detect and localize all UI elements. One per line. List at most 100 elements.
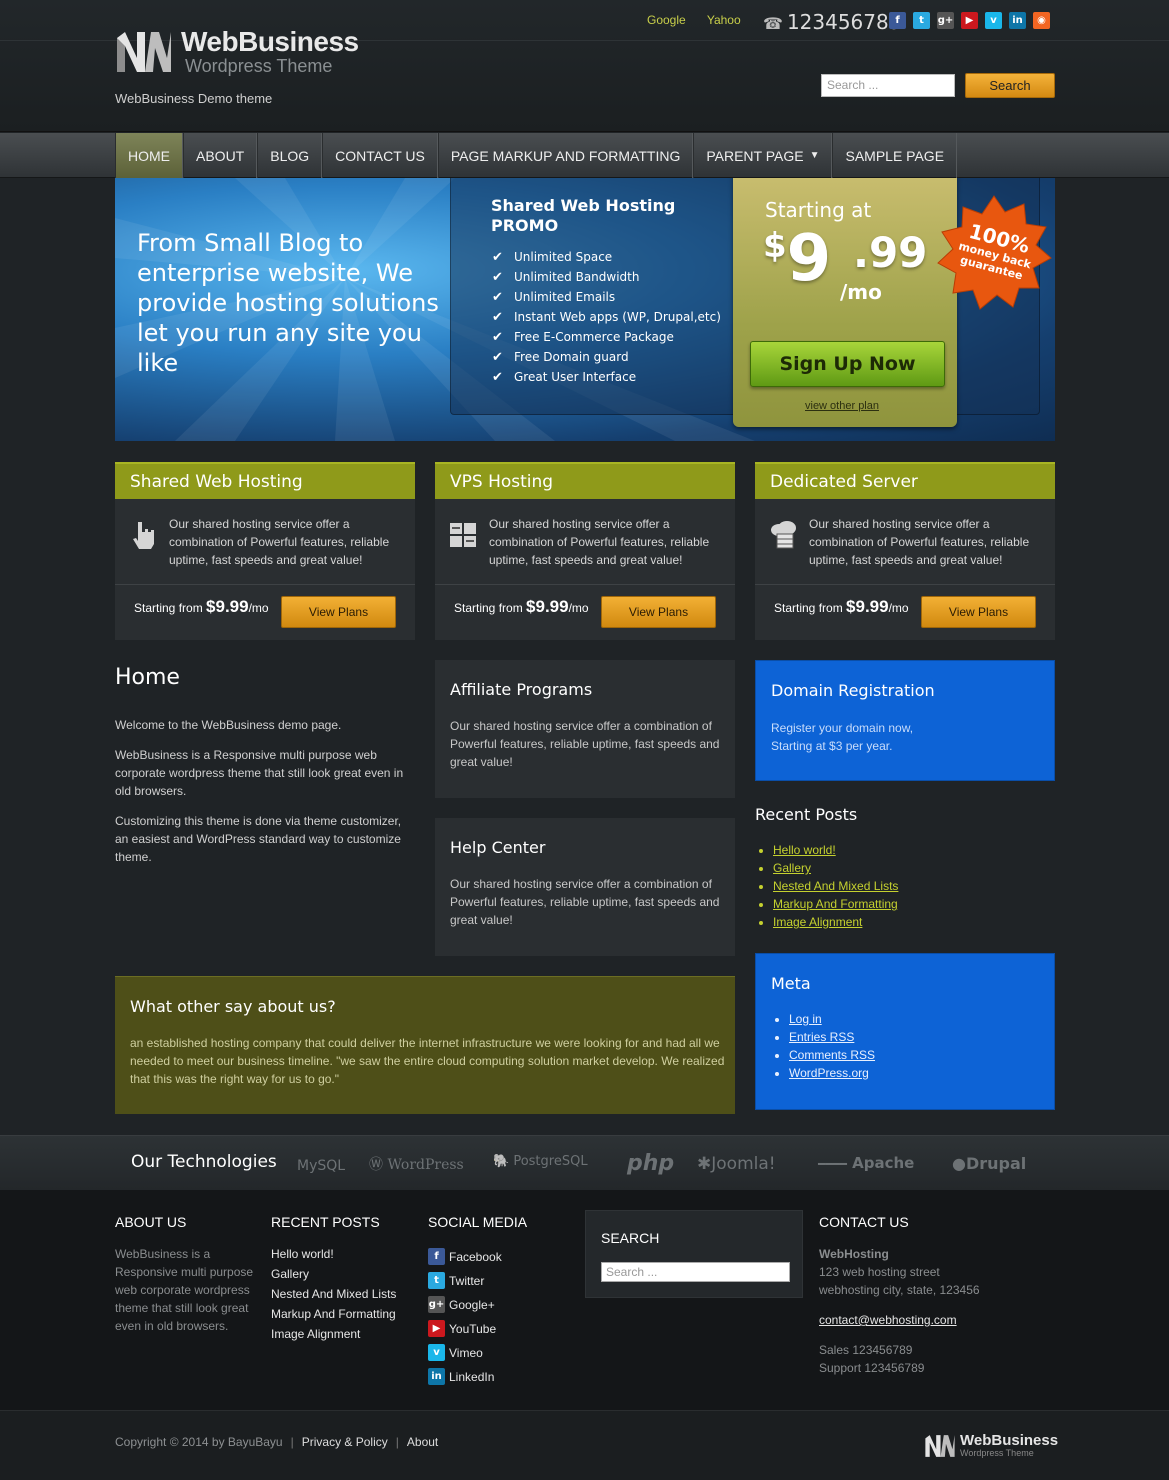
footer-search-input[interactable]: Search ... <box>601 1262 790 1282</box>
testimonial-text: an established hosting company that coul… <box>130 1036 725 1086</box>
footer-contact-block: WebHosting 123 web hosting street webhos… <box>819 1245 980 1377</box>
hero-banner: From Small Blog to enterprise website, W… <box>115 178 1055 441</box>
logo-subtitle: Wordpress Theme <box>185 56 333 76</box>
footer-recent-link[interactable]: Markup And Formatting <box>271 1307 396 1321</box>
footer-recent-link[interactable]: Gallery <box>271 1267 309 1281</box>
recent-post-item-link[interactable]: Markup And Formatting <box>773 897 898 911</box>
logo-mark-icon <box>925 1435 955 1457</box>
footer-recent-link[interactable]: Nested And Mixed Lists <box>271 1287 396 1301</box>
promo-feature-label: Free E-Commerce Package <box>514 330 674 344</box>
view-plans-button[interactable]: View Plans <box>281 596 396 628</box>
promo-feature-item: ✔ Unlimited Emails <box>492 287 721 307</box>
search-input[interactable]: Search ... <box>821 74 955 97</box>
nav-parent-label: PARENT PAGE <box>706 147 804 164</box>
top-link-google[interactable]: Google <box>647 13 686 27</box>
footer-social-link[interactable]: g+ Google+ <box>428 1296 495 1313</box>
footer-social-link[interactable]: f Facebook <box>428 1248 502 1265</box>
plan-card-title: Shared Web Hosting <box>115 462 415 499</box>
nav-item-home[interactable]: HOME <box>115 133 183 178</box>
meta-item-link[interactable]: WordPress.org <box>789 1066 869 1080</box>
meta-item-link[interactable]: Log in <box>789 1012 822 1026</box>
site-header: Google Yahoo ☎ 123456789 f t g+ ▶ v in ◉ WebBus… <box>0 0 1169 132</box>
footer-social-link[interactable]: in LinkedIn <box>428 1368 494 1385</box>
promo-feature-label: Instant Web apps (WP, Drupal,etc) <box>514 310 721 324</box>
checkmark-icon: ✔ <box>492 249 503 265</box>
checkmark-icon: ✔ <box>492 369 503 385</box>
contact-email-link[interactable]: contact@webhosting.com <box>819 1311 980 1329</box>
top-social-icons: f t g+ ▶ v in ◉ <box>889 12 1050 29</box>
about-link[interactable]: About <box>407 1435 438 1449</box>
privacy-policy-link[interactable]: Privacy & Policy <box>302 1435 388 1449</box>
checkmark-icon: ✔ <box>492 309 503 325</box>
logo-mark-icon <box>117 32 171 72</box>
top-link-yahoo[interactable]: Yahoo <box>707 13 741 27</box>
site-tagline: WebBusiness Demo theme <box>115 91 273 106</box>
footer-contact-title: CONTACT US <box>819 1214 909 1230</box>
rss-icon[interactable]: ◉ <box>1033 12 1050 29</box>
checkmark-icon: ✔ <box>492 269 503 285</box>
nav-item-blog[interactable]: BLOG <box>257 133 323 178</box>
nav-item-page-markup[interactable]: PAGE MARKUP AND FORMATTING <box>437 133 694 178</box>
nav-item-about[interactable]: ABOUT <box>183 133 258 178</box>
footer-logo[interactable]: WebBusiness Wordpress Theme <box>924 1433 1058 1459</box>
footer-logo-name: WebBusiness <box>960 1432 1059 1449</box>
cloud-server-icon <box>771 521 796 549</box>
copyright-text: Copyright © 2014 by BayuBayu <box>115 1435 283 1449</box>
recent-post-item-link[interactable]: Nested And Mixed Lists <box>773 879 898 893</box>
domain-line-1: Register your domain now, <box>771 721 914 735</box>
googleplus-icon[interactable]: g+ <box>937 12 954 29</box>
view-plans-button[interactable]: View Plans <box>921 596 1036 628</box>
top-links: Google Yahoo <box>647 13 759 27</box>
nav-item-contact-us[interactable]: CONTACT US <box>322 133 438 178</box>
youtube-icon[interactable]: ▶ <box>961 12 978 29</box>
promo-feature-item: ✔ Great User Interface <box>492 367 721 387</box>
plan-price-period: /mo <box>568 601 589 615</box>
phone-number: ☎ 123456789 <box>763 10 901 34</box>
checkmark-icon: ✔ <box>492 329 503 345</box>
footer-social-link[interactable]: ▶ YouTube <box>428 1320 496 1337</box>
apache-logo-text: Apache <box>852 1154 915 1172</box>
recent-post-item: Nested And Mixed Lists <box>773 879 898 897</box>
price-amount: $9 <box>763 222 831 296</box>
plan-card-price: Starting from $9.99/mo <box>774 597 909 617</box>
footer-recent-link[interactable]: Hello world! <box>271 1247 334 1261</box>
mysql-logo: MySQL <box>297 1158 346 1174</box>
footer-social-link[interactable]: t Twitter <box>428 1272 484 1289</box>
affiliate-box: Affiliate Programs Our shared hosting se… <box>435 660 735 798</box>
postgresql-logo: 🐘 PostgreSQL <box>493 1154 588 1169</box>
recent-post-item-link[interactable]: Gallery <box>773 861 811 875</box>
recent-post-item-link[interactable]: Hello world! <box>773 843 836 857</box>
meta-item: WordPress.org <box>789 1066 875 1084</box>
sign-up-button[interactable]: Sign Up Now <box>750 341 945 387</box>
footer-about-title: ABOUT US <box>115 1214 187 1230</box>
domain-line-2: Starting at $3 per year. <box>771 739 893 753</box>
footer-about-text: WebBusiness is a Responsive multi purpos… <box>115 1247 254 1333</box>
vimeo-icon[interactable]: v <box>985 12 1002 29</box>
linkedin-icon[interactable]: in <box>1009 12 1026 29</box>
meta-item: Comments RSS <box>789 1048 875 1066</box>
view-plans-button[interactable]: View Plans <box>601 596 716 628</box>
youtube-icon: ▶ <box>428 1320 445 1337</box>
joomla-icon: ✱ <box>697 1154 712 1174</box>
contact-street: 123 web hosting street <box>819 1265 940 1279</box>
facebook-icon[interactable]: f <box>889 12 906 29</box>
meta-item-link[interactable]: Entries RSS <box>789 1030 854 1044</box>
nav-item-sample-page[interactable]: SAMPLE PAGE <box>832 133 958 178</box>
twitter-icon[interactable]: t <box>913 12 930 29</box>
help-center-title: Help Center <box>450 838 546 857</box>
nav-item-parent-page[interactable]: PARENT PAGE ▼ <box>693 133 833 178</box>
footer-social-label: Vimeo <box>449 1345 483 1360</box>
plan-card-price: Starting from $9.99/mo <box>454 597 589 617</box>
search-button[interactable]: Search <box>965 73 1055 98</box>
recent-post-item: Image Alignment <box>773 915 898 933</box>
home-paragraph-2: WebBusiness is a Responsive multi purpos… <box>115 748 404 798</box>
view-other-plan-link[interactable]: view other plan <box>805 400 879 412</box>
footer-social-link[interactable]: v Vimeo <box>428 1344 483 1361</box>
site-logo[interactable]: WebBusiness Wordpress Theme <box>115 28 359 76</box>
meta-item-link[interactable]: Comments RSS <box>789 1048 875 1062</box>
plan-price-amount: $9.99 <box>526 597 569 616</box>
footer-social-label: Twitter <box>449 1273 485 1288</box>
footer-social-title: SOCIAL MEDIA <box>428 1214 528 1230</box>
recent-post-item-link[interactable]: Image Alignment <box>773 915 862 929</box>
footer-recent-link[interactable]: Image Alignment <box>271 1327 360 1341</box>
